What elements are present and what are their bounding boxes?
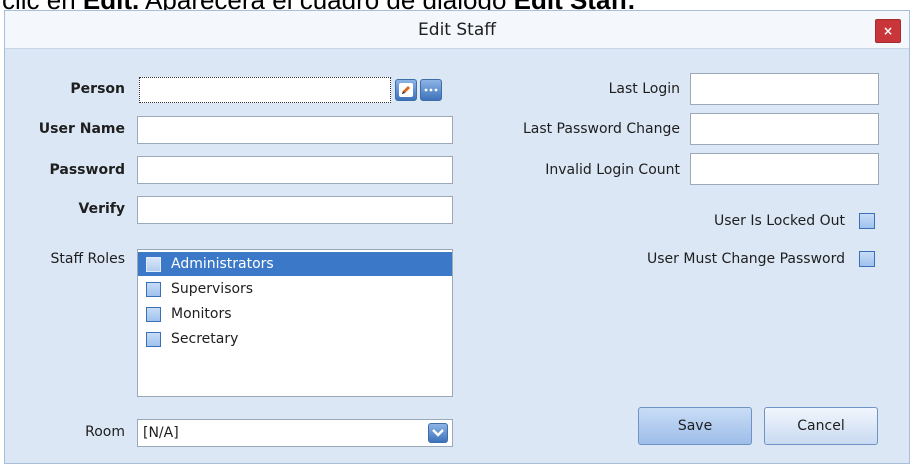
verify-field[interactable] <box>137 196 453 224</box>
last-password-change-label: Last Password Change <box>522 121 680 137</box>
person-label: Person <box>70 81 125 97</box>
cancel-button[interactable]: Cancel <box>764 407 878 445</box>
locked-out-checkbox[interactable] <box>859 213 875 229</box>
browse-person-button[interactable] <box>420 79 442 101</box>
username-label: User Name <box>38 121 125 137</box>
staff-roles-list[interactable]: Administrators Supervisors Monitors Secr… <box>137 249 453 397</box>
password-label: Password <box>49 162 125 178</box>
verify-label: Verify <box>78 201 125 217</box>
locked-out-label: User Is Locked Out <box>714 213 845 229</box>
list-item[interactable]: Monitors <box>138 302 452 326</box>
last-login-field <box>690 73 879 105</box>
room-label: Room <box>85 424 125 440</box>
role-checkbox[interactable] <box>146 331 161 347</box>
edit-person-button[interactable] <box>395 79 417 101</box>
list-item[interactable]: Secretary <box>138 327 452 351</box>
person-field[interactable] <box>139 77 391 103</box>
must-change-password-checkbox[interactable] <box>859 251 875 267</box>
room-value: [N/A] <box>143 425 179 441</box>
last-login-label: Last Login <box>608 81 680 97</box>
invalid-login-count-label: Invalid Login Count <box>545 162 680 178</box>
title-bar: Edit Staff × <box>5 11 909 49</box>
ellipsis-icon <box>424 88 438 92</box>
last-password-change-field <box>690 113 879 145</box>
staff-roles-label: Staff Roles <box>50 251 125 267</box>
role-checkbox[interactable] <box>146 256 161 272</box>
save-button[interactable]: Save <box>638 407 752 445</box>
list-item[interactable]: Administrators <box>138 252 452 276</box>
username-field[interactable] <box>137 116 453 144</box>
edit-staff-dialog: Edit Staff × Person User Name Password V… <box>4 10 910 464</box>
role-checkbox[interactable] <box>146 281 161 297</box>
close-button[interactable]: × <box>875 19 901 43</box>
dialog-title: Edit Staff <box>418 20 496 40</box>
chevron-down-icon[interactable] <box>428 423 448 443</box>
list-item[interactable]: Supervisors <box>138 277 452 301</box>
role-checkbox[interactable] <box>146 306 161 322</box>
pencil-icon <box>399 83 413 97</box>
invalid-login-count-field <box>690 153 879 185</box>
room-select[interactable]: [N/A] <box>137 419 453 447</box>
must-change-password-label: User Must Change Password <box>647 251 845 267</box>
password-field[interactable] <box>137 156 453 184</box>
